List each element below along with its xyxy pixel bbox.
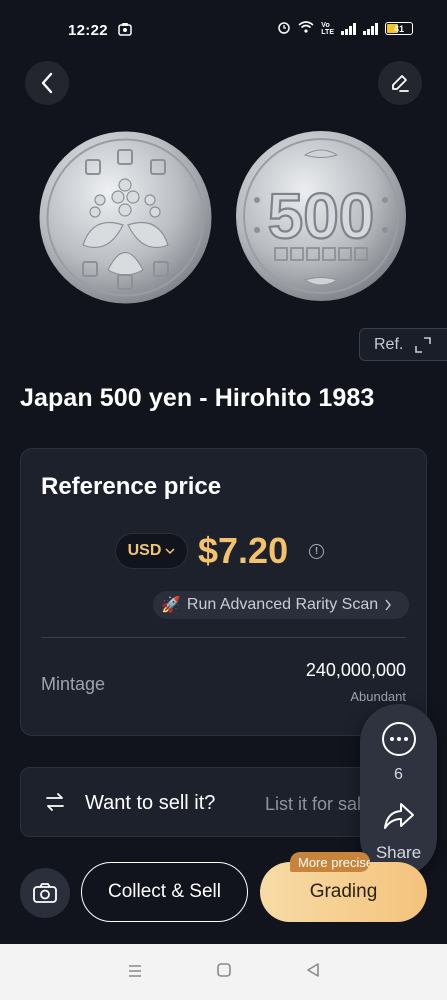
status-icons: Vo LTE 41	[277, 20, 413, 37]
mintage-label: Mintage	[41, 674, 106, 694]
coin-title: Japan 500 yen - Hirohito 1983	[20, 384, 375, 412]
signal-icon-2	[363, 22, 378, 35]
rocket-icon: 🚀	[161, 597, 181, 614]
comment-count: 6	[394, 766, 403, 783]
wifi-icon	[298, 21, 314, 36]
price-value: $7.20	[198, 530, 289, 571]
more-precise-badge: More precise	[290, 852, 370, 872]
price-card: Reference price USD $7.20 ! 🚀 Run Advanc…	[20, 448, 427, 736]
info-icon[interactable]: !	[309, 544, 324, 559]
coin-reverse-image[interactable]: 500	[235, 130, 407, 302]
rarity-scan-button[interactable]: 🚀 Run Advanced Rarity Scan	[153, 591, 409, 619]
signal-icon-1	[341, 22, 356, 35]
rarity-scan-label: Run Advanced Rarity Scan	[186, 596, 379, 613]
mintage-value: 240,000,000	[305, 660, 406, 680]
share-icon[interactable]	[382, 798, 416, 832]
swap-icon	[46, 793, 64, 811]
chevron-right-icon	[385, 599, 392, 611]
currency-selector[interactable]: USD	[115, 533, 188, 569]
edit-pencil-icon	[392, 75, 409, 92]
camera-button[interactable]	[20, 868, 70, 918]
menu-nav-icon[interactable]	[127, 962, 143, 983]
status-time: 12:22	[68, 21, 108, 39]
divider	[41, 637, 406, 638]
ref-label: Ref.	[374, 335, 404, 353]
floating-action-panel: 6 Share	[360, 704, 437, 876]
back-button[interactable]	[25, 61, 69, 105]
home-nav-icon[interactable]	[216, 962, 232, 983]
battery-icon: 41	[385, 22, 413, 35]
chevron-left-icon	[41, 72, 53, 94]
mintage-rarity: Abundant	[350, 689, 406, 704]
collect-sell-button[interactable]: Collect & Sell	[81, 862, 248, 922]
app-notification-icon	[118, 22, 132, 39]
comment-icon[interactable]	[382, 722, 416, 756]
denomination-text: 500	[268, 180, 375, 252]
coin-images: 500	[0, 122, 447, 312]
volte-icon: Vo LTE	[321, 21, 334, 36]
edit-button[interactable]	[378, 61, 422, 105]
share-label[interactable]: Share	[360, 843, 437, 863]
chevron-down-icon	[165, 548, 175, 555]
status-bar: 12:22 Vo LTE 41	[0, 0, 447, 60]
back-nav-icon[interactable]	[305, 962, 321, 983]
reference-image-button[interactable]: Ref.	[359, 328, 447, 361]
price-card-heading: Reference price	[41, 473, 222, 500]
coin-obverse-image[interactable]	[38, 130, 213, 305]
list-for-sale-link[interactable]: List it for sale	[265, 794, 371, 815]
camera-icon	[33, 883, 57, 903]
expand-icon	[415, 336, 432, 353]
system-nav-bar	[0, 944, 447, 1000]
currency-label: USD	[127, 542, 162, 559]
sell-question: Want to sell it?	[85, 792, 216, 814]
alarm-icon	[277, 20, 291, 37]
